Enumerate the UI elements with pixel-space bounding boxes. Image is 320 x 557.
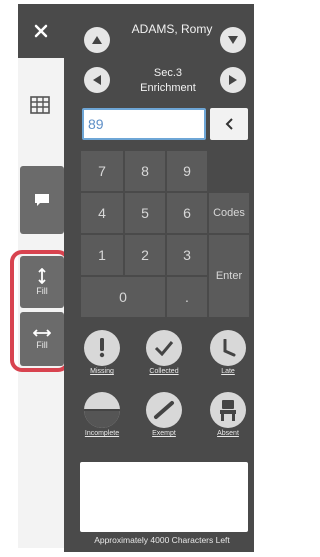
key-1[interactable]: 1 — [80, 234, 124, 276]
triangle-left-icon — [93, 75, 101, 85]
late-label: Late — [221, 368, 235, 375]
absent-label: Absent — [217, 430, 239, 437]
key-4[interactable]: 4 — [80, 192, 124, 234]
key-3[interactable]: 3 — [166, 234, 208, 276]
enter-button[interactable]: Enter — [208, 234, 250, 318]
student-name: ADAMS, Romy — [131, 22, 213, 36]
key-9[interactable]: 9 — [166, 150, 208, 192]
section-title: Sec.3 Enrichment — [108, 66, 228, 96]
key-5[interactable]: 5 — [124, 192, 166, 234]
key-6[interactable]: 6 — [166, 192, 208, 234]
comment-rail-button[interactable] — [20, 166, 64, 234]
incomplete-button[interactable]: Incomplete — [80, 392, 124, 437]
key-2[interactable]: 2 — [124, 234, 166, 276]
missing-label: Missing — [90, 368, 114, 375]
exclamation-icon — [84, 330, 120, 366]
grid-icon — [30, 96, 50, 114]
clock-icon — [210, 330, 246, 366]
checkmark-icon — [146, 330, 182, 366]
codes-button[interactable]: Codes — [208, 192, 250, 234]
triangle-right-icon — [229, 75, 237, 85]
close-button[interactable] — [18, 4, 64, 58]
collected-label: Collected — [149, 368, 179, 375]
late-button[interactable]: Late — [208, 330, 248, 375]
half-circle-icon — [84, 392, 120, 428]
missing-button[interactable]: Missing — [82, 330, 122, 375]
exempt-label: Exempt — [152, 430, 176, 437]
next-section-button[interactable] — [220, 67, 246, 93]
exempt-button[interactable]: Exempt — [142, 392, 186, 437]
character-counter: Approximately 4000 Characters Left — [94, 535, 230, 545]
previous-student-button[interactable] — [84, 27, 110, 53]
fill-highlight-outline — [10, 250, 70, 372]
next-student-button[interactable] — [220, 27, 246, 53]
collected-button[interactable]: Collected — [142, 330, 186, 375]
incomplete-label: Incomplete — [84, 430, 120, 437]
section-line-1: Sec.3 — [153, 67, 183, 79]
close-icon — [34, 24, 48, 38]
section-line-2: Enrichment — [140, 82, 196, 94]
key-0[interactable]: 0 — [80, 276, 166, 318]
comment-icon — [35, 194, 49, 206]
absent-button[interactable]: Absent — [208, 392, 248, 437]
key-7[interactable]: 7 — [80, 150, 124, 192]
triangle-down-icon — [228, 36, 238, 44]
backspace-button[interactable] — [210, 108, 248, 140]
key-decimal[interactable]: . — [166, 276, 208, 318]
chevron-left-icon — [225, 118, 233, 130]
comment-textarea[interactable] — [80, 462, 248, 532]
previous-section-button[interactable] — [84, 67, 110, 93]
triangle-up-icon — [92, 36, 102, 44]
grade-input[interactable]: 89 — [82, 108, 206, 140]
slash-icon — [146, 392, 182, 428]
chair-icon — [210, 392, 246, 428]
key-8[interactable]: 8 — [124, 150, 166, 192]
gradebook-button[interactable] — [30, 96, 50, 119]
